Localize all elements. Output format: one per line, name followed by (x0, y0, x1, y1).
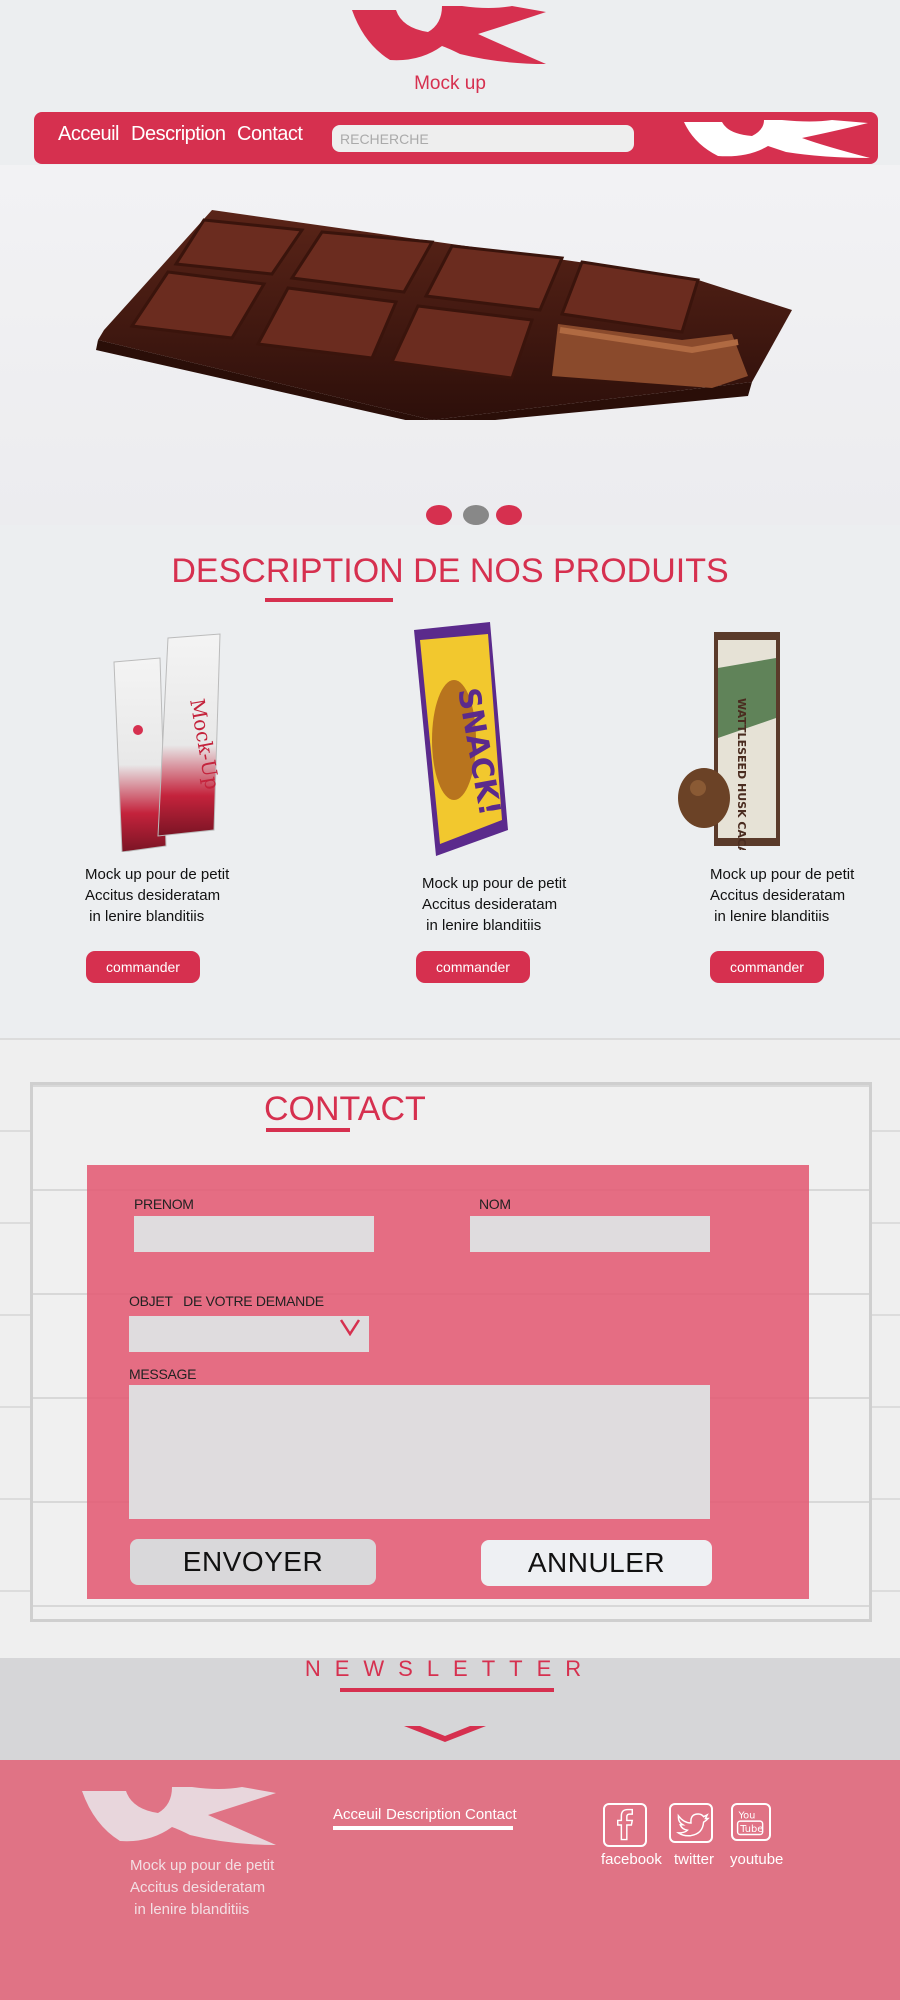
chevron-down-icon[interactable] (404, 1724, 486, 1744)
nav-logo-icon (684, 120, 870, 158)
footer-link-contact[interactable]: Contact (465, 1806, 517, 1823)
message-label: MESSAGE (129, 1366, 197, 1382)
brand-name: Mock up (414, 73, 486, 94)
nav-item-acceuil[interactable]: Acceuil (58, 123, 119, 146)
youtube-icon[interactable]: You Tube (731, 1803, 771, 1841)
search-input[interactable] (332, 125, 634, 152)
twitter-icon[interactable] (669, 1803, 713, 1843)
section-title-products: DESCRIPTION DE NOS PRODUITS (171, 552, 729, 590)
youtube-label[interactable]: youtube (730, 1851, 783, 1868)
slider-dot-2-active[interactable] (463, 505, 489, 525)
nom-field[interactable] (470, 1216, 710, 1252)
facebook-label[interactable]: facebook (601, 1851, 662, 1868)
product-image-mock-up-sticks: Mock-Up (113, 633, 225, 852)
twitter-label[interactable]: twitter (674, 1851, 714, 1868)
footer-links-underline (333, 1826, 513, 1830)
footer-link-acceuil[interactable]: Acceuil (333, 1806, 381, 1823)
nav-bar: Acceuil Description Contact (34, 112, 878, 164)
chocolate-bar-image (96, 210, 792, 420)
nav-item-description[interactable]: Description (131, 123, 226, 146)
objet-label: OBJET DE VOTRE DEMANDE (129, 1293, 324, 1309)
message-field[interactable] (129, 1385, 710, 1519)
title-underline (266, 1128, 350, 1132)
order-button-1[interactable]: commander (86, 951, 200, 983)
title-underline (340, 1688, 554, 1692)
prenom-label: PRENOM (134, 1196, 194, 1212)
slider-dot-1[interactable] (426, 505, 452, 525)
svg-text:WATTLESEED HUSK CACAO: WATTLESEED HUSK CACAO (735, 698, 748, 850)
slider-dot-3[interactable] (496, 505, 522, 525)
section-title-contact: CONTACT (264, 1090, 426, 1128)
product-description-1: Mock up pour de petit Accitus desiderata… (85, 866, 230, 925)
nom-label: NOM (479, 1196, 511, 1212)
send-button[interactable]: ENVOYER (130, 1539, 376, 1585)
prenom-field[interactable] (134, 1216, 374, 1252)
title-underline (265, 598, 393, 602)
footer-description: Mock up pour de petit Accitus desiderata… (130, 1857, 275, 1918)
product-image-wattleseed-bar: WATTLESEED HUSK CACAO (678, 632, 780, 850)
svg-text:You: You (737, 1810, 755, 1821)
footer-logo-icon[interactable] (80, 1785, 278, 1847)
order-button-3[interactable]: commander (710, 951, 824, 983)
newsletter-title[interactable]: NEWSLETTER (0, 1656, 900, 1682)
logo-icon[interactable] (350, 4, 550, 66)
footer-link-description[interactable]: Description (386, 1806, 461, 1823)
facebook-icon[interactable] (603, 1803, 647, 1847)
svg-text:Tube: Tube (739, 1824, 763, 1835)
product-description-3: Mock up pour de petit Accitus desiderata… (710, 866, 855, 925)
objet-select[interactable] (129, 1316, 369, 1352)
order-button-2[interactable]: commander (416, 951, 530, 983)
nav-item-contact[interactable]: Contact (237, 123, 303, 146)
product-description-2: Mock up pour de petit Accitus desiderata… (422, 875, 567, 934)
cancel-button[interactable]: ANNULER (481, 1540, 712, 1586)
chevron-down-icon[interactable] (339, 1318, 361, 1336)
product-image-snack-bar: SNACK! (414, 622, 508, 856)
